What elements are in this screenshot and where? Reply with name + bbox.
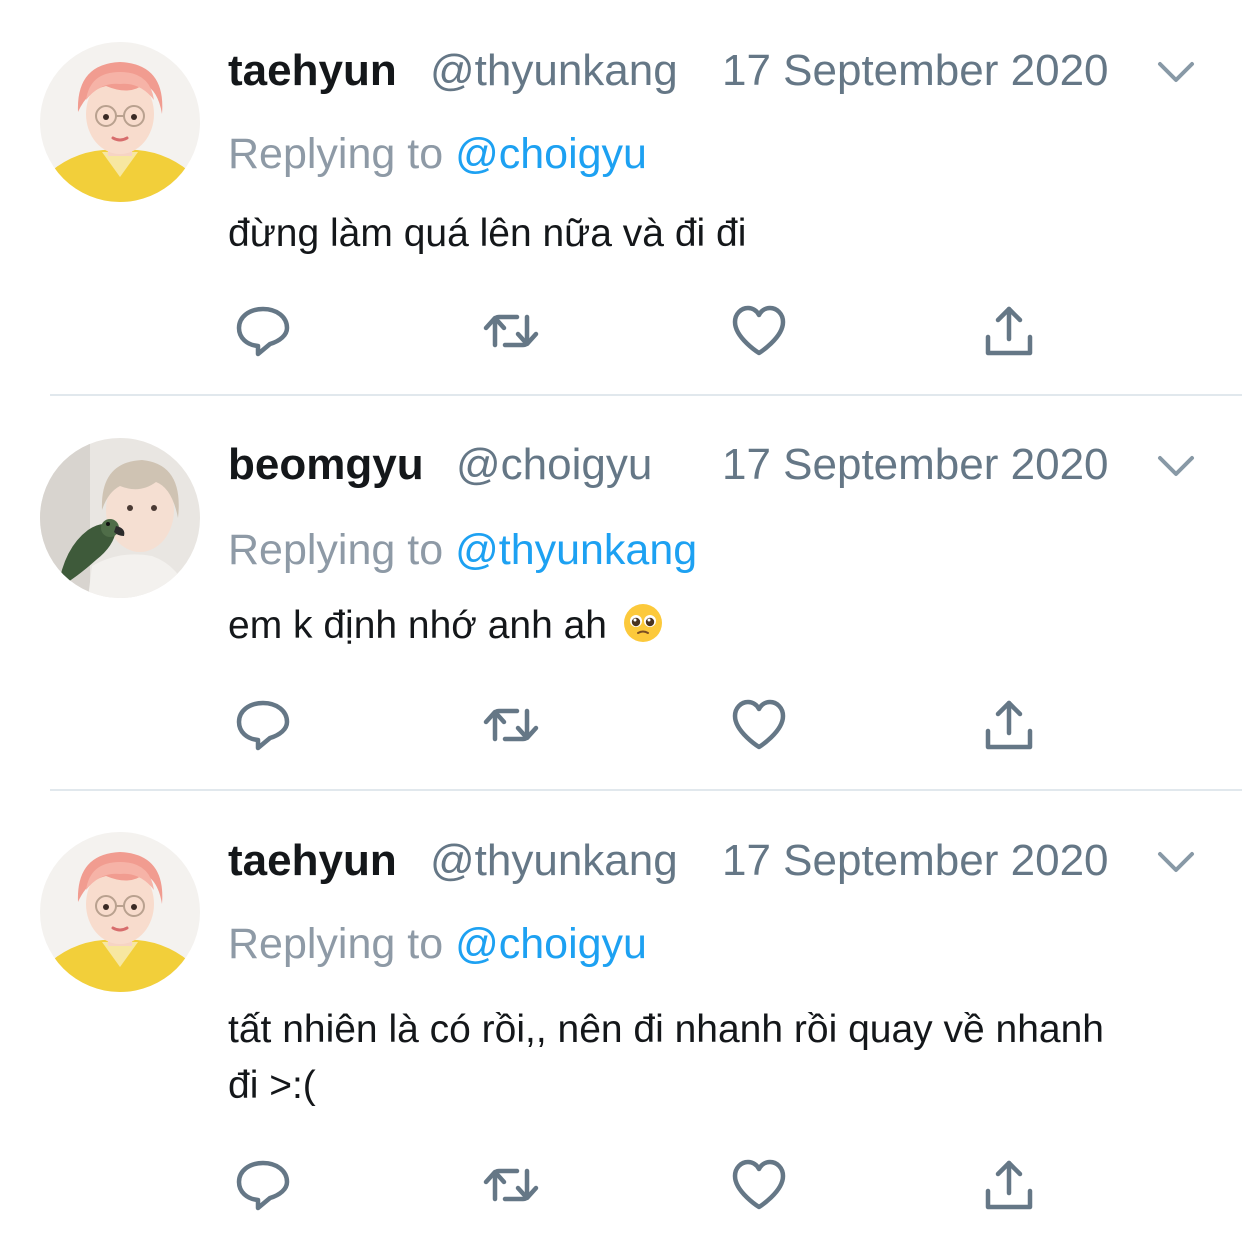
heart-icon [729,1155,789,1215]
tweet[interactable]: taehyun @thyunkang 17 September 2020 Rep… [0,820,1242,1240]
reply-icon [233,1155,293,1215]
reply-button[interactable] [228,1150,298,1220]
replying-prefix: Replying to [228,526,444,574]
retweet-icon [481,301,541,361]
tweet-text: em k định nhớ anh ah [228,598,1158,654]
chevron-down-icon[interactable] [1154,444,1198,488]
like-button[interactable] [724,690,794,760]
retweet-icon [481,1155,541,1215]
share-button[interactable] [974,690,1044,760]
avatar-pink-hair-image [40,832,200,992]
heart-icon [729,301,789,361]
user-handle[interactable]: @thyunkang [430,826,678,896]
avatar[interactable] [40,832,200,992]
user-handle[interactable]: @thyunkang [430,36,678,106]
replying-prefix: Replying to [228,920,444,968]
replying-prefix: Replying to [228,130,444,178]
avatar-with-parrot-image [40,438,200,598]
like-button[interactable] [724,1150,794,1220]
retweet-button[interactable] [476,296,546,366]
avatar-pink-hair-image [40,42,200,202]
mention-link[interactable]: @choigyu [455,130,647,178]
pleading-face-emoji-icon [622,602,664,644]
display-name[interactable]: taehyun [228,36,397,106]
replying-to-line: Replying to @thyunkang [228,520,697,580]
share-icon [979,1155,1039,1215]
user-handle[interactable]: @choigyu [456,430,652,500]
tweet-date: 17 September 2020 [722,46,1109,95]
share-button[interactable] [974,296,1044,366]
divider [50,789,1242,791]
display-name[interactable]: beomgyu [228,430,424,500]
retweet-button[interactable] [476,1150,546,1220]
like-button[interactable] [724,296,794,366]
mention-link[interactable]: @choigyu [455,920,647,968]
reply-button[interactable] [228,690,298,760]
tweet[interactable]: taehyun @thyunkang 17 September 2020 Rep… [0,30,1242,390]
mention-link[interactable]: @thyunkang [455,526,697,574]
share-icon [979,301,1039,361]
tweet-actions [228,690,1068,760]
tweet-header: beomgyu @choigyu 17 September 2020 [228,430,1218,500]
chevron-down-icon[interactable] [1154,840,1198,884]
reply-icon [233,301,293,361]
retweet-button[interactable] [476,690,546,760]
tweet-actions [228,1150,1068,1220]
tweet-date: 17 September 2020 [722,836,1109,885]
tweet-header: taehyun @thyunkang 17 September 2020 [228,826,1218,896]
reply-icon [233,695,293,755]
share-icon [979,695,1039,755]
replying-to-line: Replying to @choigyu [228,124,647,184]
tweet-text: đừng làm quá lên nữa và đi đi [228,212,747,255]
tweet-date: 17 September 2020 [722,440,1109,489]
display-name[interactable]: taehyun [228,826,397,896]
divider [50,394,1242,396]
replying-to-line: Replying to @choigyu [228,914,647,974]
avatar[interactable] [40,42,200,202]
share-button[interactable] [974,1150,1044,1220]
chevron-down-icon[interactable] [1154,50,1198,94]
retweet-icon [481,695,541,755]
tweet[interactable]: beomgyu @choigyu 17 September 2020 Reply… [0,424,1242,784]
tweet-actions [228,296,1068,366]
tweet-header: taehyun @thyunkang 17 September 2020 [228,36,1218,106]
avatar[interactable] [40,438,200,598]
tweet-text: tất nhiên là có rồi,, nên đi nhanh rồi q… [228,1008,1104,1107]
heart-icon [729,695,789,755]
tweet-text-content: em k định nhớ anh ah [228,604,607,647]
reply-button[interactable] [228,296,298,366]
